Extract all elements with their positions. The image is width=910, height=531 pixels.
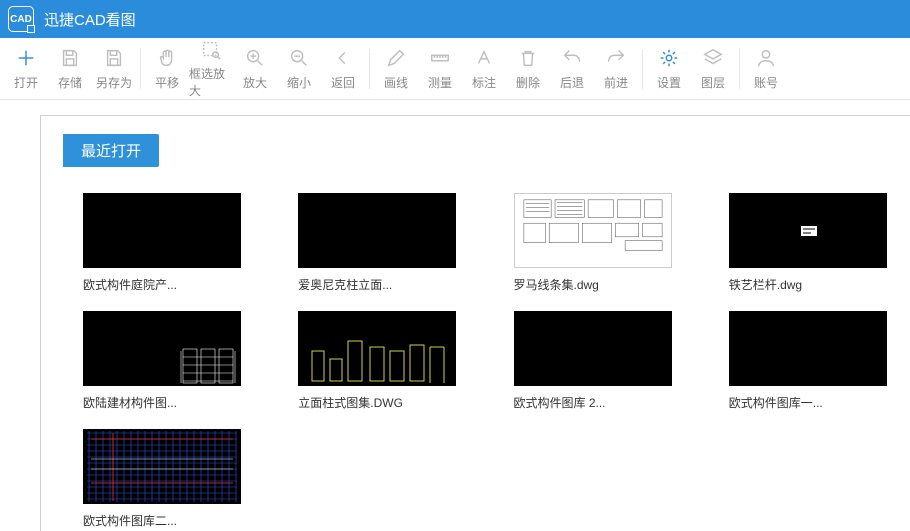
recent-item[interactable]: 欧陆建材构件图... [83, 311, 241, 411]
recent-item[interactable]: 立面柱式图集.DWG [298, 311, 456, 411]
content-area: 最近打开 欧式构件庭院产... 爱奥尼克柱立面... 罗马线条集.dwg 铁艺栏杆… [40, 115, 910, 531]
text-icon [472, 46, 496, 70]
zoom-out-icon [287, 46, 311, 70]
toolbar-back-button[interactable]: 返回 [321, 41, 365, 97]
app-icon: CAD [8, 6, 34, 32]
toolbar-label: 返回 [331, 74, 355, 91]
toolbar-label: 前进 [604, 74, 628, 91]
file-name: 爱奥尼克柱立面... [298, 276, 456, 293]
toolbar-label: 平移 [155, 74, 179, 91]
file-name: 铁艺栏杆.dwg [729, 276, 887, 293]
thumbnail[interactable] [729, 193, 887, 268]
back-icon [331, 46, 355, 70]
toolbar-label: 放大 [243, 74, 267, 91]
file-name: 欧式构件图库 2... [514, 394, 672, 411]
toolbar-text-button[interactable]: 标注 [462, 41, 506, 97]
toolbar-pencil-button[interactable]: 画线 [374, 41, 418, 97]
toolbar-label: 另存为 [96, 74, 132, 91]
recent-item[interactable]: 欧式构件庭院产... [83, 193, 241, 293]
file-name: 立面柱式图集.DWG [298, 394, 456, 411]
file-name: 欧陆建材构件图... [83, 394, 241, 411]
hand-icon [155, 46, 179, 70]
toolbar-label: 设置 [657, 74, 681, 91]
toolbar-label: 后退 [560, 74, 584, 91]
toolbar-label: 打开 [14, 74, 38, 91]
toolbar-separator [369, 49, 370, 89]
box-zoom-icon [199, 39, 223, 61]
titlebar: CAD 迅捷CAD看图 [0, 0, 910, 38]
thumbnail[interactable] [729, 311, 887, 386]
save-icon [58, 46, 82, 70]
file-name: 欧式构件图库一... [729, 394, 887, 411]
file-name: 欧式构件庭院产... [83, 276, 241, 293]
toolbar-redo-button[interactable]: 前进 [594, 41, 638, 97]
thumbnail[interactable] [83, 193, 241, 268]
recent-item[interactable]: 欧式构件图库二... [83, 429, 241, 529]
toolbar-gear-button[interactable]: 设置 [647, 41, 691, 97]
account-icon [754, 46, 778, 70]
toolbar-account-button[interactable]: 账号 [744, 41, 788, 97]
toolbar-save-button[interactable]: 另存为 [92, 41, 136, 97]
toolbar-label: 框选放大 [189, 65, 233, 99]
ruler-icon [428, 46, 452, 70]
toolbar-save-button[interactable]: 存储 [48, 41, 92, 97]
toolbar-separator [739, 49, 740, 89]
toolbar-label: 画线 [384, 74, 408, 91]
thumbnail[interactable] [514, 311, 672, 386]
recent-grid: 欧式构件庭院产... 爱奥尼克柱立面... 罗马线条集.dwg 铁艺栏杆.dwg [63, 193, 888, 529]
zoom-in-icon [243, 46, 267, 70]
section-title: 最近打开 [63, 134, 159, 167]
toolbar: 打开 存储另存为 平移框选放大放大 缩小 返回 画线 测量 标注 删除 后退 前进 设置 图层 账号 [0, 38, 910, 100]
gear-icon [657, 46, 681, 70]
recent-item[interactable]: 铁艺栏杆.dwg [729, 193, 887, 293]
toolbar-plus-button[interactable]: 打开 [4, 41, 48, 97]
file-name: 罗马线条集.dwg [514, 276, 672, 293]
pencil-icon [384, 46, 408, 70]
toolbar-label: 缩小 [287, 74, 311, 91]
redo-icon [604, 46, 628, 70]
toolbar-label: 测量 [428, 74, 452, 91]
trash-icon [516, 46, 540, 70]
layers-icon [701, 46, 725, 70]
toolbar-zoom-in-button[interactable]: 放大 [233, 41, 277, 97]
toolbar-zoom-out-button[interactable]: 缩小 [277, 41, 321, 97]
thumbnail[interactable] [298, 193, 456, 268]
toolbar-trash-button[interactable]: 删除 [506, 41, 550, 97]
toolbar-ruler-button[interactable]: 测量 [418, 41, 462, 97]
recent-item[interactable]: 欧式构件图库 2... [514, 311, 672, 411]
thumbnail[interactable] [83, 429, 241, 504]
recent-item[interactable]: 爱奥尼克柱立面... [298, 193, 456, 293]
undo-icon [560, 46, 584, 70]
toolbar-box-zoom-button[interactable]: 框选放大 [189, 41, 233, 97]
file-name: 欧式构件图库二... [83, 512, 241, 529]
toolbar-undo-button[interactable]: 后退 [550, 41, 594, 97]
app-title: 迅捷CAD看图 [44, 9, 136, 30]
recent-item[interactable]: 欧式构件图库一... [729, 311, 887, 411]
save-icon [102, 46, 126, 70]
toolbar-hand-button[interactable]: 平移 [145, 41, 189, 97]
thumbnail[interactable] [83, 311, 241, 386]
recent-item[interactable]: 罗马线条集.dwg [514, 193, 672, 293]
toolbar-separator [140, 49, 141, 89]
thumbnail[interactable] [514, 193, 672, 268]
toolbar-label: 存储 [58, 74, 82, 91]
plus-icon [14, 46, 38, 70]
thumbnail[interactable] [298, 311, 456, 386]
toolbar-separator [642, 49, 643, 89]
toolbar-layers-button[interactable]: 图层 [691, 41, 735, 97]
toolbar-label: 删除 [516, 74, 540, 91]
toolbar-label: 账号 [754, 74, 778, 91]
toolbar-label: 标注 [472, 74, 496, 91]
toolbar-label: 图层 [701, 74, 725, 91]
